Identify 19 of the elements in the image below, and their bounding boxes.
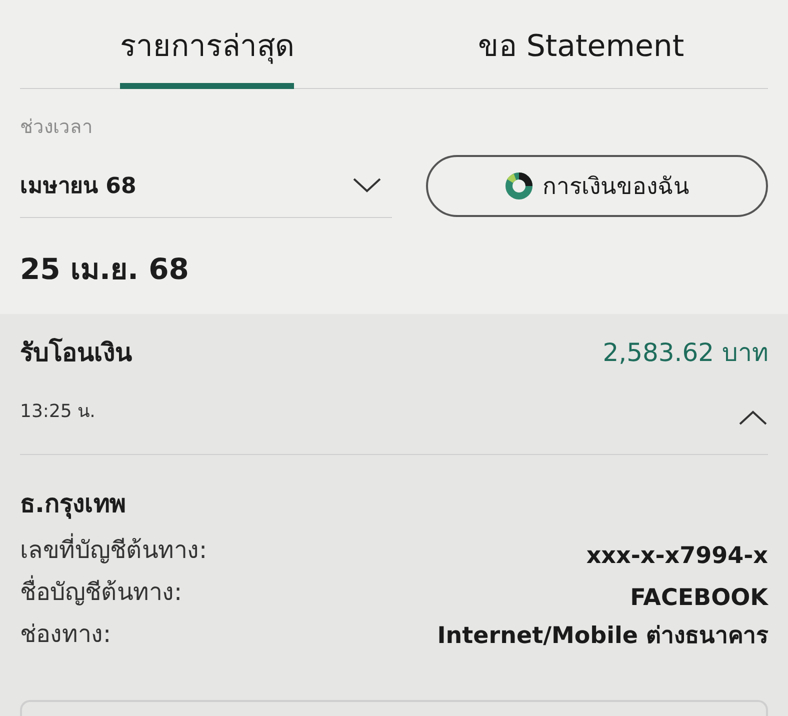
bank-name: ธ.กรุงเทพ	[20, 488, 126, 521]
transaction-title: รับโอนเงิน	[20, 336, 132, 369]
detail-label: ช่องทาง:	[20, 619, 112, 650]
transaction-amount: 2,583.62 บาท	[602, 337, 768, 369]
tab[interactable]: รายการล่าสุด	[120, 18, 294, 89]
detail-value: xxx-x-x7994-x	[586, 543, 768, 569]
detail-value: Internet/Mobile ต่างธนาคาร	[437, 622, 768, 651]
period-label: ช่วงเวลา	[20, 115, 94, 140]
period-dropdown[interactable]: เมษายน 68	[20, 153, 392, 218]
detail-label: เลขที่บัญชีต้นทาง:	[20, 530, 208, 569]
donut-chart-icon	[504, 172, 532, 200]
date-heading: 25 เม.ย. 68	[20, 251, 190, 288]
detail-value: FACEBOOK	[630, 585, 768, 611]
tab[interactable]: ขอ Statement	[478, 18, 684, 89]
my-finance-button[interactable]: การเงินของฉัน	[426, 154, 768, 216]
transaction-time: 13:25 น.	[20, 400, 96, 424]
chevron-up-icon[interactable]	[738, 410, 768, 426]
chevron-down-icon[interactable]	[352, 177, 382, 193]
detail-label: ชื่อบัญชีต้นทาง:	[20, 572, 182, 611]
